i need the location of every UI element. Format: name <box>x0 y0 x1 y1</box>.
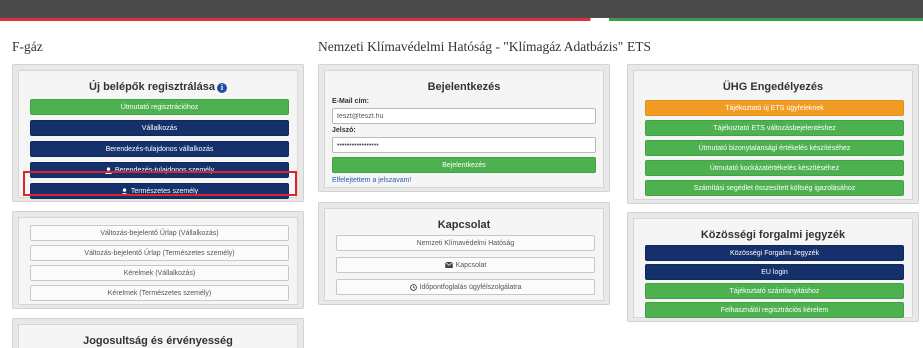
clock-icon <box>409 283 417 291</box>
contact-button[interactable]: Kapcsolat <box>336 257 595 273</box>
uncertainty-guide-button[interactable]: Útmutató bizonytalansági értékelés készí… <box>645 140 904 156</box>
register-owner-company-button[interactable]: Berendezés-tulajdonos vállalkozás <box>30 141 289 157</box>
registration-title: Új belépők regisztrálása <box>89 81 215 93</box>
email-field[interactable] <box>332 108 596 124</box>
register-company-button[interactable]: Vállalkozás <box>30 120 289 136</box>
requests-company-button[interactable]: Kérelmek (Vállalkozás) <box>30 265 289 281</box>
registration-guide-button[interactable]: Útmutató regisztrációhoz <box>30 99 289 115</box>
login-panel: Bejelentkezés E-Mail cím: Jelszó: Bejele… <box>318 64 610 192</box>
forms-panel: Változás-bejelentő Űrlap (Vállalkozás) V… <box>12 211 304 309</box>
natural-person-highlight <box>23 171 297 196</box>
union-registry-button[interactable]: Közösségi Forgalmi Jegyzék <box>645 245 904 261</box>
registry-title: Közösségi forgalmi jegyzék <box>700 229 846 241</box>
password-field[interactable] <box>332 137 596 153</box>
ets-change-report-button[interactable]: Tájékoztató ETS változásbejelentéshez <box>645 120 904 136</box>
account-opening-info-button[interactable]: Tájékoztató számlanyitáshoz <box>645 283 904 299</box>
authority-button[interactable]: Nemzeti Klímavédelmi Hatóság <box>336 235 595 251</box>
uhg-title: ÜHG Engedélyezés <box>722 81 824 93</box>
nkh-column-title: Nemzeti Klímavédelmi Hatóság - "Klímagáz… <box>318 39 624 54</box>
change-report-company-button[interactable]: Változás-bejelentő Űrlap (Vállalkozás) <box>30 225 289 241</box>
booking-label: Időpontfoglalás ügyfélszolgálatra <box>419 284 522 291</box>
email-label: E-Mail cím: <box>332 98 369 105</box>
login-button[interactable]: Bejelentkezés <box>332 157 596 173</box>
contact-panel: Kapcsolat Nemzeti Klímavédelmi Hatóság K… <box>318 202 610 305</box>
top-header-bar <box>0 0 923 18</box>
booking-button[interactable]: Időpontfoglalás ügyfélszolgálatra <box>336 279 595 295</box>
validity-title: Jogosultság és érvényesség <box>83 335 233 347</box>
info-icon[interactable]: i <box>216 83 227 93</box>
envelope-icon <box>444 262 453 269</box>
uhg-panel: ÜHG Engedélyezés Tájékoztató új ETS ügyf… <box>627 64 919 204</box>
validity-panel: Jogosultság és érvényesség <box>12 318 304 348</box>
header-flag-stripe <box>0 18 923 21</box>
contact-label: Kapcsolat <box>455 262 487 269</box>
cost-calculation-button[interactable]: Számítási segédlet összesített költség i… <box>645 180 904 196</box>
user-registration-request-button[interactable]: Felhasználói regisztrációs kérelem <box>645 302 904 318</box>
forgot-password-link[interactable]: Elfelejtettem a jelszavam! <box>332 177 411 184</box>
fgaz-column-title: F-gáz <box>12 39 43 54</box>
new-ets-clients-button[interactable]: Tájékoztató új ETS ügyfeleknek <box>645 100 904 116</box>
change-report-person-button[interactable]: Változás-bejelentő Űrlap (Természetes sz… <box>30 245 289 261</box>
contact-title: Kapcsolat <box>437 219 491 231</box>
requests-person-button[interactable]: Kérelmek (Természetes személy) <box>30 285 289 301</box>
ets-column-title: ETS <box>627 39 652 54</box>
risk-assessment-guide-button[interactable]: Útmutató kockázatértékelés készítéséhez <box>645 160 904 176</box>
password-label: Jelszó: <box>332 127 356 134</box>
login-title: Bejelentkezés <box>427 81 501 93</box>
registry-panel: Közösségi forgalmi jegyzék Közösségi For… <box>627 212 919 322</box>
eu-login-button[interactable]: EU login <box>645 264 904 280</box>
